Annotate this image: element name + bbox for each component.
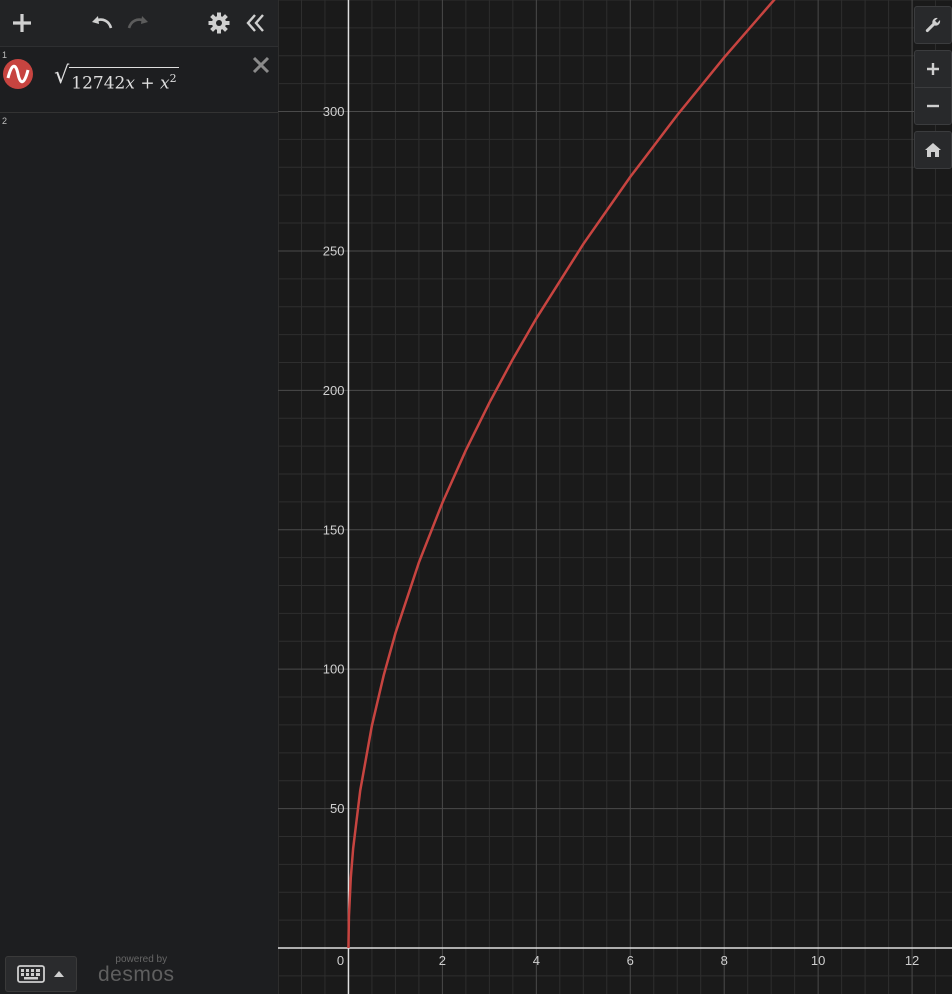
default-viewport-button[interactable] bbox=[915, 132, 951, 168]
y-tick-label: 250 bbox=[323, 243, 345, 258]
plus-icon bbox=[927, 63, 939, 75]
double-chevron-left-icon bbox=[246, 14, 264, 32]
x-tick-label: 4 bbox=[533, 953, 540, 968]
y-tick-label: 200 bbox=[323, 383, 345, 398]
plus-icon bbox=[13, 14, 31, 32]
graph-paper[interactable]: 0 2 4 6 8 10 12 50 100 150 200 250 300 bbox=[278, 0, 952, 994]
graph-settings-button[interactable] bbox=[915, 7, 951, 43]
powered-by-desmos[interactable]: powered by desmos bbox=[98, 954, 175, 986]
sine-wave-icon bbox=[6, 64, 30, 84]
collapse-list-button[interactable] bbox=[242, 9, 270, 37]
wrench-icon bbox=[925, 17, 941, 33]
undo-button[interactable] bbox=[88, 9, 116, 37]
expression-list-panel: 1 √ 12742x + x2 2 powered by desmos bbox=[0, 0, 279, 994]
desmos-logo: desmos bbox=[98, 963, 175, 986]
minus-icon bbox=[927, 104, 939, 108]
zoom-in-button[interactable] bbox=[915, 51, 951, 87]
expression-color-toggle[interactable] bbox=[3, 59, 33, 89]
y-tick-label: 50 bbox=[330, 801, 344, 816]
zoom-out-button[interactable] bbox=[915, 87, 951, 124]
keyboard-icon bbox=[17, 965, 45, 983]
close-icon bbox=[252, 56, 270, 74]
coefficient: 12742 bbox=[71, 73, 126, 94]
zoom-controls bbox=[914, 50, 952, 125]
x-tick-label: 6 bbox=[627, 953, 634, 968]
keypad-toggle-button[interactable] bbox=[5, 956, 77, 992]
x-tick-label: 2 bbox=[439, 953, 446, 968]
y-tick-label: 150 bbox=[323, 522, 345, 537]
expression-row-2[interactable]: 2 bbox=[0, 113, 278, 173]
x-tick-label: 10 bbox=[811, 953, 825, 968]
settings-button[interactable] bbox=[205, 9, 233, 37]
gear-icon bbox=[208, 12, 230, 34]
radicand: 12742x + x2 bbox=[69, 67, 179, 94]
caret-up-icon bbox=[54, 971, 64, 977]
y-tick-label: 300 bbox=[323, 104, 345, 119]
x-tick-label: 8 bbox=[721, 953, 728, 968]
redo-button[interactable] bbox=[124, 9, 152, 37]
add-item-button[interactable] bbox=[8, 9, 36, 37]
exponent: 2 bbox=[169, 72, 177, 85]
delete-expression-button[interactable] bbox=[250, 54, 272, 76]
plus-sign: + bbox=[134, 73, 161, 94]
expression-index: 2 bbox=[2, 116, 8, 126]
redo-icon bbox=[127, 16, 148, 29]
expression-formula[interactable]: √ 12742x + x2 bbox=[54, 61, 179, 94]
x-tick-label: 12 bbox=[905, 953, 919, 968]
default-viewport-box bbox=[914, 131, 952, 169]
home-icon bbox=[925, 143, 941, 157]
graph-settings-box bbox=[914, 6, 952, 44]
x-tick-label: 0 bbox=[337, 953, 344, 968]
variable: x bbox=[160, 73, 170, 94]
expression-toolbar bbox=[0, 0, 278, 47]
graph-canvas[interactable]: 0 2 4 6 8 10 12 50 100 150 200 250 300 bbox=[278, 0, 952, 994]
expression-index: 1 bbox=[2, 50, 8, 60]
sqrt-symbol: √ bbox=[54, 61, 70, 89]
undo-icon bbox=[92, 16, 113, 29]
y-tick-label: 100 bbox=[323, 662, 345, 677]
variable: x bbox=[125, 73, 135, 94]
